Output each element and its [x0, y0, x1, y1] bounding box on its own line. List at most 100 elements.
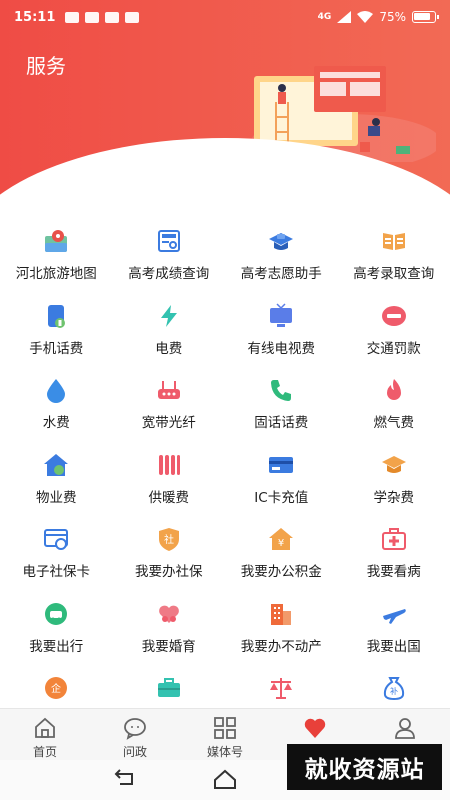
notification-icons	[65, 11, 140, 23]
service-item[interactable]: 学杂费	[338, 446, 450, 521]
signal-icon	[337, 11, 352, 23]
service-item[interactable]: 有线电视费	[225, 297, 338, 372]
service-item[interactable]: 电费	[113, 297, 226, 372]
ic-card-icon	[269, 456, 294, 473]
service-grid: 河北旅游地图 高考成绩查询 高考志愿助手 高考录取查询 手机话费 电费 有线电视…	[0, 222, 450, 744]
telephone-icon	[271, 380, 292, 401]
service-item[interactable]: ¥ 我要办公积金	[225, 520, 338, 595]
tab-label: 首页	[32, 745, 57, 759]
grid-icon	[214, 717, 236, 739]
page-title: 服务	[26, 54, 66, 78]
notification-icon	[125, 11, 140, 23]
heart-icon	[304, 718, 326, 738]
service-item[interactable]: IC卡充值	[225, 446, 338, 521]
id-card-icon	[44, 529, 69, 550]
svg-text:补: 补	[390, 686, 398, 696]
housing-fund-icon: ¥	[269, 528, 294, 550]
service-item[interactable]: 高考成绩查询	[113, 222, 226, 297]
flame-icon	[386, 379, 401, 400]
service-label: 我要婚育	[141, 638, 196, 655]
service-item[interactable]: 河北旅游地图	[0, 222, 113, 297]
service-item[interactable]: 物业费	[0, 446, 113, 521]
water-drop-icon	[47, 379, 66, 403]
no-entry-icon	[381, 305, 406, 326]
ai-graduation-cap-icon	[269, 233, 294, 250]
tab-label: 媒体号	[206, 745, 243, 759]
medical-kit-icon	[381, 528, 406, 550]
open-book-icon	[382, 233, 405, 250]
service-item[interactable]: 手机话费	[0, 297, 113, 372]
service-label: 有线电视费	[247, 340, 316, 357]
battery-icon	[412, 11, 439, 23]
service-item[interactable]: 社 我要办社保	[113, 520, 226, 595]
house-icon	[44, 453, 69, 476]
service-label: 交通罚款	[366, 340, 421, 357]
wifi-icon	[357, 11, 374, 23]
traffic-icon	[45, 602, 68, 625]
svg-text:社: 社	[164, 533, 174, 546]
service-item[interactable]: 固话话费	[225, 371, 338, 446]
building-icon	[271, 603, 292, 625]
service-item[interactable]: 我要婚育	[113, 595, 226, 670]
service-item[interactable]: 高考志愿助手	[225, 222, 338, 297]
service-label: 高考成绩查询	[128, 266, 210, 282]
mail-icon	[85, 11, 100, 23]
scales-icon	[270, 678, 293, 699]
service-item[interactable]: 水费	[0, 371, 113, 446]
shield-badge-icon: 社	[158, 528, 179, 551]
service-label: 燃气费	[373, 415, 415, 431]
tab-media[interactable]: 媒体号	[180, 709, 270, 760]
watermark: 就收资源站	[287, 744, 442, 790]
service-label: 物业费	[36, 489, 77, 506]
service-label: 手机话费	[29, 340, 84, 357]
tv-icon	[270, 302, 293, 327]
briefcase-icon	[157, 678, 180, 697]
home-icon	[35, 717, 55, 738]
radiator-icon	[158, 454, 180, 475]
home-nav-icon[interactable]	[212, 768, 238, 790]
service-item[interactable]: 我要办不动产	[225, 595, 338, 670]
service-label: IC卡充值	[254, 489, 309, 506]
tab-label: 问政	[122, 745, 147, 759]
service-label: 河北旅游地图	[15, 266, 97, 282]
service-label: 高考志愿助手	[240, 266, 322, 282]
service-item[interactable]: 我要出行	[0, 595, 113, 670]
service-label: 我要办社保	[135, 564, 203, 580]
service-label: 我要办公积金	[240, 564, 322, 580]
service-label: 我要出行	[29, 638, 84, 655]
back-icon[interactable]	[112, 768, 138, 790]
service-label: 固话话费	[254, 415, 309, 431]
service-item[interactable]: 燃气费	[338, 371, 450, 446]
subsidy-bag-icon: 补	[383, 677, 404, 701]
service-item[interactable]: 宽带光纤	[113, 371, 226, 446]
service-item[interactable]: 电子社保卡	[0, 520, 113, 595]
enterprise-icon: 企	[45, 677, 68, 699]
svg-text:¥: ¥	[278, 538, 284, 549]
router-icon	[157, 381, 180, 399]
mortarboard-icon	[381, 455, 406, 473]
battery-percent: 75%	[379, 10, 406, 24]
mobile-phone-icon	[48, 304, 66, 328]
tab-home[interactable]: 首页	[0, 709, 90, 760]
service-label: 水费	[42, 415, 70, 431]
service-item[interactable]: 供暖费	[113, 446, 226, 521]
service-item[interactable]: 高考录取查询	[338, 222, 450, 297]
header-banner: 15:11 4G 75% 服务	[0, 0, 450, 200]
service-item[interactable]: 我要出国	[338, 595, 450, 670]
service-label: 我要看病	[366, 564, 421, 580]
service-label: 宽带光纤	[141, 415, 196, 431]
service-label: 我要办不动产	[240, 638, 322, 655]
status-bar: 15:11 4G 75%	[0, 0, 450, 34]
service-label: 学杂费	[373, 489, 415, 506]
service-item[interactable]: 交通罚款	[338, 297, 450, 372]
service-label: 电费	[155, 340, 183, 357]
notification-icon	[65, 11, 80, 23]
lightning-icon	[160, 304, 177, 327]
tab-wenzheng[interactable]: 问政	[90, 709, 180, 760]
service-label: 供暖费	[148, 489, 190, 506]
network-indicator: 4G	[317, 12, 332, 22]
airplane-icon	[382, 608, 406, 624]
score-report-icon	[157, 230, 180, 252]
service-item[interactable]: 我要看病	[338, 520, 450, 595]
notification-icon	[105, 11, 120, 23]
